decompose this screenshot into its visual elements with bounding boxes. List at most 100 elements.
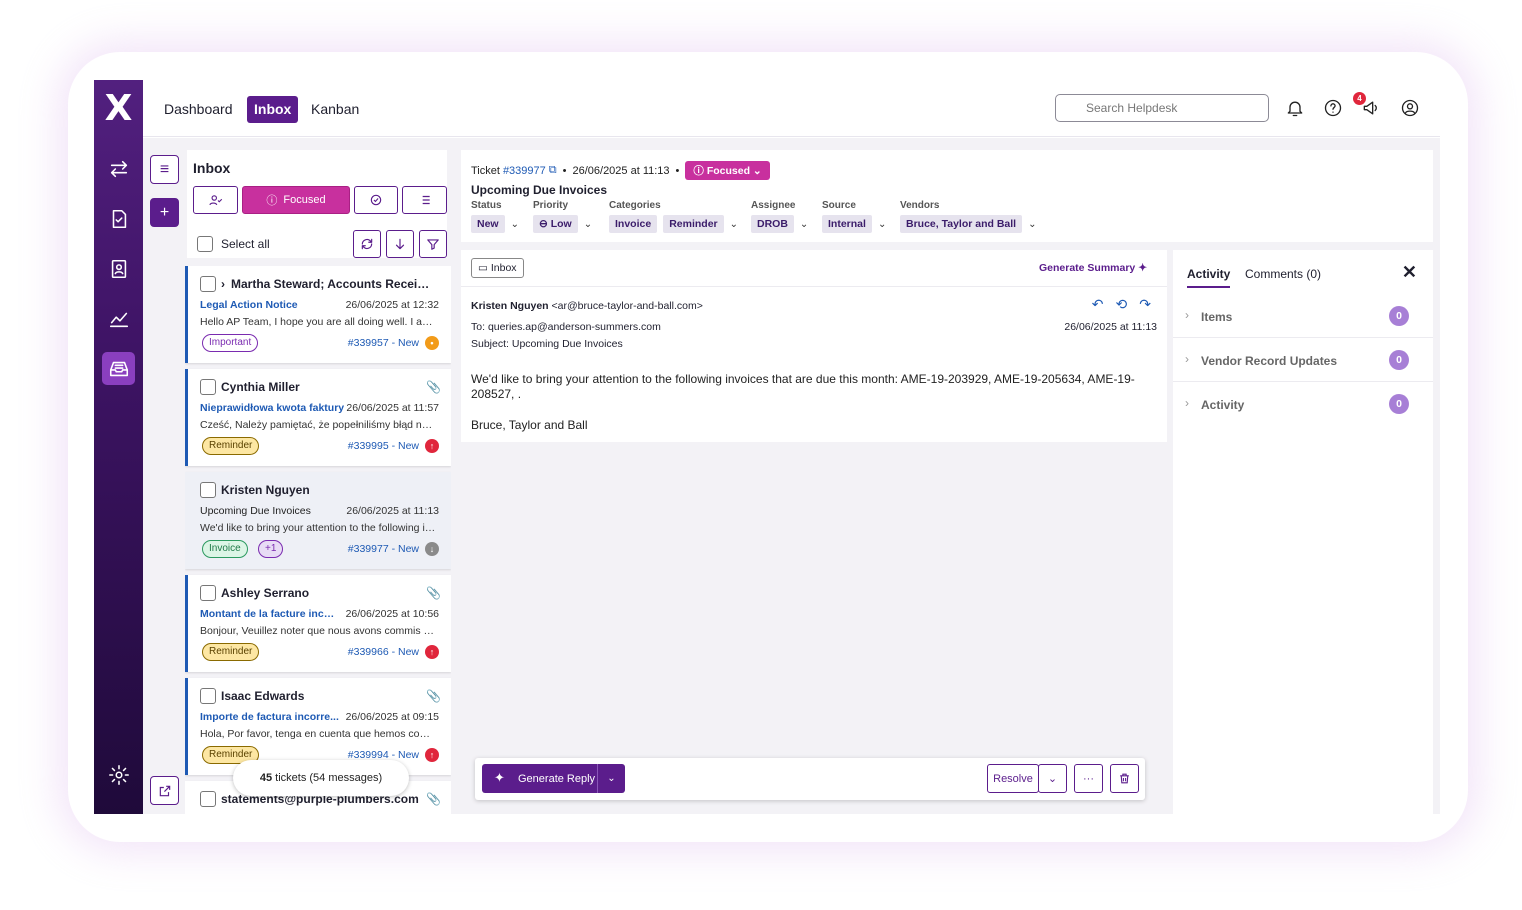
ticket-card[interactable]: Cynthia Miller 📎 Nieprawidłowa kwota fak… <box>185 369 451 466</box>
chevron-down-icon[interactable]: ⌄ <box>730 219 738 230</box>
ticket-ref[interactable]: #339977 - New <box>348 543 419 555</box>
resolve-options-button[interactable]: ⌄ <box>1038 764 1067 793</box>
reply-icon[interactable]: ↶ <box>1092 296 1104 313</box>
search-input[interactable]: Search Helpdesk <box>1055 94 1269 122</box>
assignee-value[interactable]: DROB <box>751 215 794 233</box>
user-check-icon <box>209 194 223 205</box>
popout-icon[interactable] <box>150 776 179 805</box>
categories-label: Categories <box>609 200 661 211</box>
select-all-checkbox[interactable] <box>197 236 213 252</box>
contacts-icon[interactable] <box>102 252 135 285</box>
list-view-button[interactable] <box>402 186 447 214</box>
ticket-card[interactable]: Ashley Serrano 📎 Montant de la facture i… <box>185 575 451 672</box>
ticket-list: › Martha Steward; Accounts Receiv... Lega… <box>185 266 451 814</box>
ticket-checkbox[interactable] <box>200 276 216 292</box>
ticket-checkbox[interactable] <box>200 791 216 807</box>
section-label: Activity <box>1201 398 1245 412</box>
filter-button[interactable] <box>419 230 447 258</box>
vendor-value[interactable]: Bruce, Taylor and Ball <box>900 215 1023 233</box>
chevron-right-icon: › <box>1185 308 1189 322</box>
resolved-filter-button[interactable] <box>354 186 398 214</box>
nav-kanban[interactable]: Kanban <box>304 96 366 123</box>
swap-icon[interactable] <box>102 152 135 185</box>
chevron-down-icon[interactable]: ⌄ <box>584 219 592 230</box>
ticket-checkbox[interactable] <box>200 379 216 395</box>
help-icon[interactable] <box>1323 98 1345 120</box>
section-vendor-record-updates[interactable]: › Vendor Record Updates 0 <box>1173 338 1433 382</box>
chevron-down-icon[interactable]: ⌄ <box>800 219 808 230</box>
ticket-sender: › Martha Steward; Accounts Receiv... <box>221 277 431 291</box>
tag-invoice: Invoice <box>202 540 248 558</box>
user-profile-icon[interactable] <box>1400 98 1422 120</box>
resolve-button[interactable]: Resolve <box>987 764 1039 793</box>
assigned-to-me-filter[interactable] <box>193 186 238 214</box>
chevron-down-icon[interactable]: ⌄ <box>597 764 625 793</box>
ticket-checkbox[interactable] <box>200 585 216 601</box>
document-check-icon[interactable] <box>102 202 135 235</box>
source-value[interactable]: Internal <box>822 215 872 233</box>
announcements-icon[interactable]: 4 <box>1353 92 1383 120</box>
sort-button[interactable] <box>386 230 414 258</box>
subject-text: Upcoming Due Invoices <box>511 338 623 350</box>
copy-icon[interactable]: ⧉ <box>549 164 557 177</box>
info-circle-icon: ⓘ <box>266 195 278 207</box>
category-chip[interactable]: Invoice <box>609 215 658 233</box>
ticket-preview: Hola, Por favor, tenga en cuenta que hem… <box>200 728 438 740</box>
ticket-sender: Kristen Nguyen <box>221 483 310 497</box>
ticket-ref[interactable]: #339995 - New <box>348 440 419 452</box>
chevron-down-icon[interactable]: ⌄ <box>878 219 886 230</box>
source-field: Source Internal ⌄ <box>822 200 886 233</box>
ticket-date: 26/06/2025 at 11:57 <box>346 402 439 414</box>
ticket-checkbox[interactable] <box>200 688 216 704</box>
focused-dropdown[interactable]: ⓘ Focused ⌄ <box>685 161 770 180</box>
section-activity[interactable]: › Activity 0 <box>1173 382 1433 426</box>
assignee-label: Assignee <box>751 200 796 211</box>
analytics-icon[interactable] <box>102 302 135 335</box>
generate-reply-button[interactable]: ✦ Generate Reply ⌄ <box>482 764 625 793</box>
chevron-down-icon[interactable]: ⌄ <box>1028 219 1036 230</box>
nav-inbox[interactable]: Inbox <box>247 96 299 123</box>
app-window: X Dashboard Inbox Kanban Search Helpdesk <box>94 80 1440 814</box>
ticket-preview: We'd like to bring your attention to the… <box>200 522 438 534</box>
tab-comments[interactable]: Comments (0) <box>1245 267 1321 281</box>
ticket-ref[interactable]: #339966 - New <box>348 646 419 658</box>
close-icon[interactable]: ✕ <box>1402 262 1417 283</box>
nav-dashboard[interactable]: Dashboard <box>157 96 240 123</box>
vendors-label: Vendors <box>900 200 940 211</box>
folder-chip[interactable]: ▭ Inbox <box>471 258 524 278</box>
more-actions-button[interactable]: ··· <box>1074 764 1103 793</box>
focused-filter-button[interactable]: ⓘ Focused <box>242 186 350 214</box>
priority-text: Low <box>550 218 572 230</box>
section-items[interactable]: › Items 0 <box>1173 294 1433 338</box>
tab-activity[interactable]: Activity <box>1187 267 1231 288</box>
refresh-button[interactable] <box>353 230 381 258</box>
new-ticket-button[interactable]: + <box>150 198 179 227</box>
settings-gear-icon[interactable] <box>102 758 135 791</box>
ticket-title: Upcoming Due Invoices <box>471 183 608 197</box>
delete-button[interactable] <box>1110 764 1139 793</box>
ticket-date: 26/06/2025 at 12:32 <box>345 299 439 311</box>
generate-summary-button[interactable]: Generate Summary ✦ <box>1039 262 1147 274</box>
chevron-right-icon: › <box>1185 352 1189 366</box>
chevron-right-icon[interactable]: › <box>221 277 225 291</box>
forward-icon[interactable]: ↷ <box>1139 296 1151 313</box>
category-chip[interactable]: Reminder <box>663 215 724 233</box>
categories-field: Categories Invoice Reminder ⌄ <box>609 200 738 233</box>
priority-field: Priority ⊖ Low ⌄ <box>533 200 592 233</box>
ticket-card[interactable]: › Martha Steward; Accounts Receiv... Lega… <box>185 266 451 363</box>
reply-all-icon[interactable]: ⟲ <box>1116 296 1128 313</box>
ticket-card-selected[interactable]: Kristen Nguyen Upcoming Due Invoices 26/… <box>185 472 451 569</box>
ticket-date: 26/06/2025 at 10:56 <box>345 608 439 620</box>
tag-more[interactable]: +1 <box>258 540 284 558</box>
priority-value[interactable]: ⊖ Low <box>533 215 578 233</box>
ticket-ref[interactable]: #339957 - New <box>348 337 419 349</box>
chevron-down-icon[interactable]: ⌄ <box>511 219 519 230</box>
ticket-checkbox[interactable] <box>200 482 216 498</box>
bell-icon[interactable] <box>1285 98 1307 120</box>
paperclip-icon: 📎 <box>426 689 441 703</box>
ticket-id-link[interactable]: #339977 <box>503 165 546 177</box>
status-value[interactable]: New <box>471 215 505 233</box>
menu-toggle-button[interactable]: ≡ <box>150 155 179 184</box>
helpdesk-inbox-icon[interactable] <box>102 352 135 385</box>
select-all[interactable]: Select all <box>197 236 270 252</box>
